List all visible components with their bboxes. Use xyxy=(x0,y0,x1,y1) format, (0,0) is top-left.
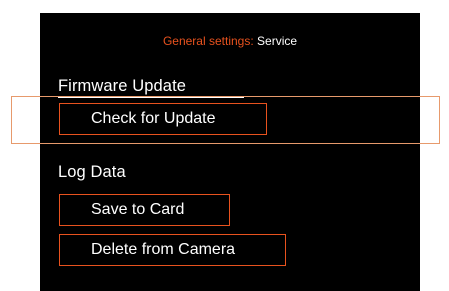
delete-from-camera-button[interactable]: Delete from Camera xyxy=(59,234,286,266)
screen-header: General settings: Service xyxy=(40,34,420,48)
firmware-title-underline xyxy=(58,96,244,98)
log-data-title: Log Data xyxy=(58,163,126,181)
page: General settings: Service Firmware Updat… xyxy=(0,0,449,291)
header-page-name: Service xyxy=(257,34,298,48)
firmware-update-title: Firmware Update xyxy=(58,77,187,95)
header-prefix: General settings: xyxy=(162,34,254,48)
save-to-card-button[interactable]: Save to Card xyxy=(59,194,230,226)
check-for-update-button[interactable]: Check for Update xyxy=(59,103,267,135)
camera-settings-screen: General settings: Service Firmware Updat… xyxy=(40,13,420,291)
